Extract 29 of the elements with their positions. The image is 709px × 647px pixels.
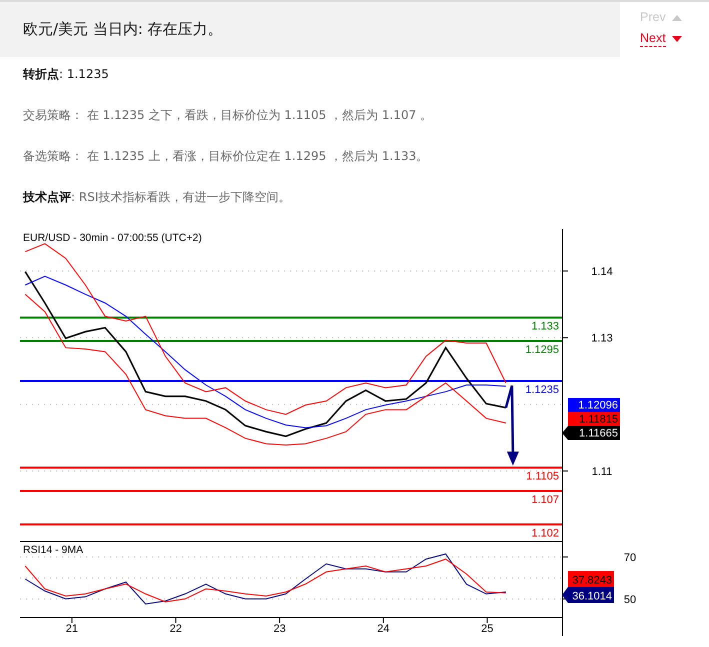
axis-label: 25 xyxy=(481,623,494,635)
paragraph: 转折点: 1.1235 xyxy=(23,66,110,83)
level-label: 1.107 xyxy=(531,494,559,506)
price-tag: 36.1014 xyxy=(562,587,614,603)
price-tag: 1.11815 xyxy=(568,412,620,426)
axis-label: 23 xyxy=(273,623,286,635)
axis-label: 50 xyxy=(624,594,636,606)
axis-label: 21 xyxy=(66,623,78,635)
level-label: 1.1295 xyxy=(525,344,559,356)
price-tag: 1.11665 xyxy=(562,426,620,440)
paragraph: 交易策略： 在 1.1235 之下，看跌，目标价位为 1.1105 ，然后为 1.107 。 xyxy=(23,107,434,124)
paragraph: 备选策略： 在 1.1235 上，看涨，目标价位定在 1.1295 ，然后为 1.133。 xyxy=(23,148,430,165)
nav-link[interactable]: Next xyxy=(640,31,682,47)
axis-label: 1.11 xyxy=(592,466,612,478)
axis-label: 70 xyxy=(624,552,636,564)
axis-label: 1.13 xyxy=(591,332,613,345)
axis-label: 1.14 xyxy=(591,266,613,278)
price-tag: 37.8243 xyxy=(568,571,614,587)
chart-title: RSI14 - 9MA xyxy=(23,544,84,556)
chart-title: EUR/USD - 30min - 07:00:55 (UTC+2) xyxy=(23,232,202,244)
paragraph: 技术点评: RSI技术指标看跌，有进一步下降空间。 xyxy=(23,189,292,206)
price-tag: 1.12096 xyxy=(568,398,620,412)
axis-label: 24 xyxy=(377,623,390,635)
axis-label: 22 xyxy=(170,623,182,635)
level-label: 1.102 xyxy=(531,527,559,540)
level-label: 1.1105 xyxy=(526,470,559,483)
level-label: 1.1235 xyxy=(525,384,559,396)
level-label: 1.133 xyxy=(531,320,559,333)
page-title: 欧元/美元 当日内: 存在压力。 xyxy=(23,20,223,39)
